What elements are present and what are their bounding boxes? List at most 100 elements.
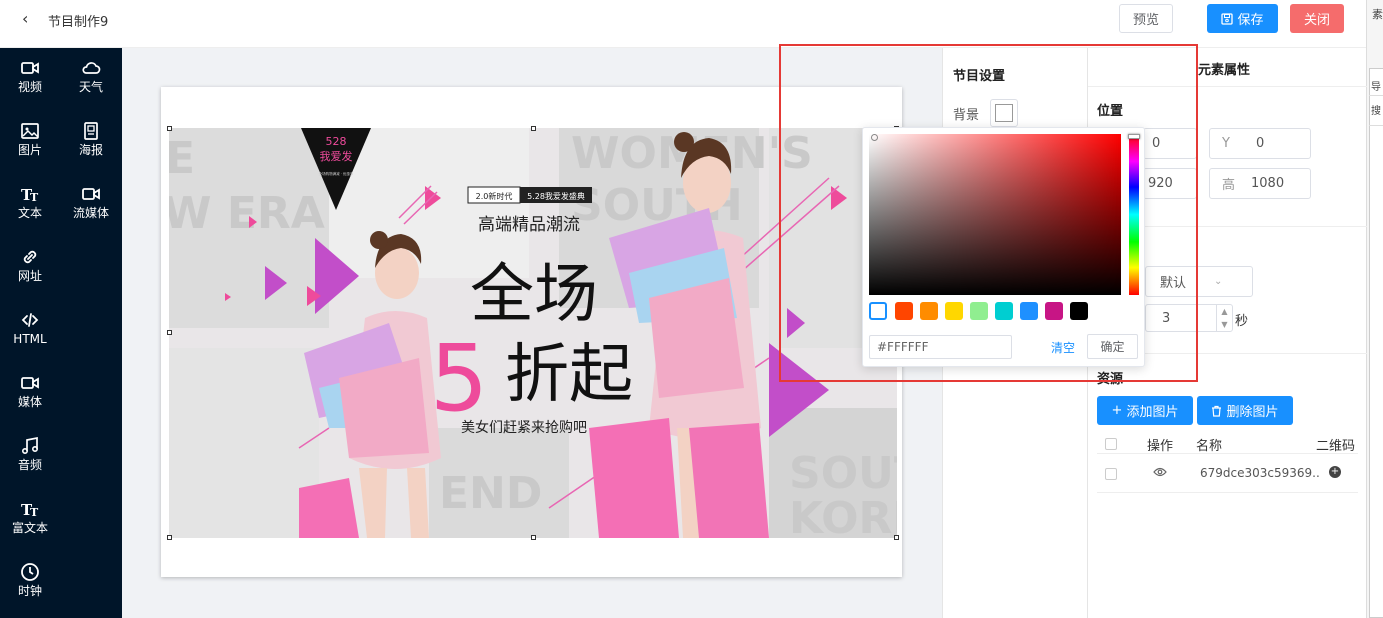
- sidebar-item-richtext[interactable]: TT 富文本: [0, 489, 60, 545]
- hue-slider[interactable]: [1128, 134, 1140, 295]
- preview-button[interactable]: 预览: [1119, 4, 1173, 33]
- component-sidebar: 视频 天气 图片 海报 TT 文本 流媒体 网址 HTML 媒体 音频 TT 富…: [0, 48, 122, 618]
- banner-image[interactable]: E W ERA WOMEN'S SOUTH SOUT KORE END: [169, 128, 897, 538]
- sidebar-label: 图片: [17, 143, 42, 157]
- sidebar-item-url[interactable]: 网址: [0, 237, 60, 293]
- video-icon: [0, 58, 60, 80]
- divider: [1097, 453, 1358, 454]
- sidebar-label: 视频: [17, 80, 42, 94]
- duration-unit: 秒: [1235, 314, 1249, 329]
- resources-heading: 资源: [1097, 372, 1124, 387]
- resize-handle[interactable]: [167, 126, 172, 131]
- resize-handle[interactable]: [531, 535, 536, 540]
- page-title: 节目制作9: [48, 15, 109, 30]
- sidebar-item-weather[interactable]: 天气: [61, 48, 121, 104]
- preset-color-gold[interactable]: [945, 302, 963, 320]
- eye-icon[interactable]: [1153, 467, 1167, 477]
- strip-search[interactable]: 搜: [1369, 96, 1383, 126]
- column-header: 二维码: [1316, 439, 1356, 454]
- sidebar-item-stream[interactable]: 流媒体: [61, 174, 121, 230]
- banner-headline-1: 全场: [470, 258, 598, 332]
- preset-color-white[interactable]: [869, 302, 887, 320]
- sidebar-item-media[interactable]: 媒体: [0, 363, 60, 419]
- saturation-value-area[interactable]: [869, 134, 1121, 295]
- select-all-checkbox[interactable]: [1105, 438, 1117, 450]
- duration-stepper[interactable]: ▲ ▼: [1216, 305, 1232, 331]
- effect-select[interactable]: 默认 ⌄: [1145, 266, 1253, 297]
- height-input[interactable]: 高 1080: [1209, 168, 1311, 199]
- sidebar-item-html[interactable]: HTML: [0, 300, 60, 356]
- position-heading: 位置: [1097, 104, 1124, 119]
- badge-text: 我爱发: [320, 149, 353, 163]
- divider: [1088, 86, 1367, 87]
- sidebar-item-audio[interactable]: 音频: [0, 426, 60, 482]
- delete-image-button[interactable]: 删除图片: [1197, 396, 1293, 425]
- row-checkbox[interactable]: [1105, 468, 1117, 480]
- width-input[interactable]: 920: [1143, 168, 1197, 199]
- preset-color-black[interactable]: [1070, 302, 1088, 320]
- clear-button[interactable]: 清空: [1051, 339, 1075, 356]
- preset-color-orange[interactable]: [920, 302, 938, 320]
- banner-big-number: 5: [430, 325, 489, 432]
- save-button[interactable]: 保存: [1207, 4, 1278, 33]
- sidebar-item-text[interactable]: TT 文本: [0, 174, 60, 230]
- sidebar-label: 媒体: [17, 395, 42, 409]
- banner-headline-2: 折起: [505, 338, 633, 412]
- y-input[interactable]: Y0: [1209, 128, 1311, 159]
- right-edge-panel: 素 导 搜: [1366, 0, 1383, 618]
- add-image-button[interactable]: + 添加图片: [1097, 396, 1193, 425]
- banner-subtitle: 高端精品潮流: [478, 215, 580, 235]
- text-icon: TT: [0, 184, 60, 206]
- preset-color-blue[interactable]: [1020, 302, 1038, 320]
- banner-tagline: 美女们赶紧来抢购吧: [461, 419, 587, 436]
- bg-word: KORE: [789, 493, 897, 538]
- richtext-icon: TT: [0, 499, 60, 521]
- save-icon: [1221, 12, 1234, 25]
- sidebar-label: 时钟: [17, 584, 42, 598]
- strip-label: 素: [1372, 8, 1383, 21]
- x-input[interactable]: 0: [1143, 128, 1197, 159]
- banner-tag-1: 2.0新时代: [476, 191, 513, 201]
- resize-handle[interactable]: [167, 330, 172, 335]
- sidebar-item-video[interactable]: 视频: [0, 48, 60, 104]
- background-label: 背景: [953, 108, 980, 123]
- resize-handle[interactable]: [531, 126, 536, 131]
- sidebar-label: 海报: [78, 143, 103, 157]
- strip-tab[interactable]: 导: [1369, 78, 1383, 96]
- background-color-swatch[interactable]: [990, 99, 1018, 127]
- resize-handle[interactable]: [167, 535, 172, 540]
- column-header: 操作: [1147, 439, 1174, 454]
- svg-text:T: T: [30, 191, 39, 204]
- close-button[interactable]: 关闭: [1290, 4, 1344, 33]
- color-cursor[interactable]: [871, 134, 878, 141]
- bg-word: E: [169, 133, 195, 184]
- sidebar-item-image[interactable]: 图片: [0, 111, 60, 167]
- badge-number: 528: [326, 135, 347, 148]
- resize-handle[interactable]: [894, 535, 899, 540]
- sidebar-label: 网址: [17, 269, 42, 283]
- plus-circle-icon[interactable]: +: [1329, 466, 1341, 478]
- sidebar-item-poster[interactable]: 海报: [61, 111, 121, 167]
- preset-color-turquoise[interactable]: [995, 302, 1013, 320]
- chevron-left-icon[interactable]: ‹: [22, 9, 28, 28]
- preset-color-violet[interactable]: [1045, 302, 1063, 320]
- sidebar-label: HTML: [13, 332, 47, 346]
- preset-color-light-green[interactable]: [970, 302, 988, 320]
- confirm-button[interactable]: 确定: [1087, 334, 1138, 359]
- cloud-icon: [61, 58, 121, 80]
- chevron-down-icon: ⌄: [1214, 276, 1223, 287]
- clock-icon: [0, 562, 60, 584]
- sidebar-item-clock[interactable]: 时钟: [0, 552, 60, 608]
- poster-icon: [61, 121, 121, 143]
- badge-small-text: 全场购物满减 · 优惠多: [319, 171, 354, 176]
- stream-icon: [61, 184, 121, 206]
- bg-word: END: [439, 468, 542, 519]
- sidebar-label: 富文本: [11, 521, 48, 535]
- hex-color-input[interactable]: #FFFFFF: [869, 335, 1012, 359]
- music-icon: [0, 436, 60, 458]
- svg-text:T: T: [30, 506, 39, 519]
- element-properties-title: 元素属性: [1198, 63, 1251, 78]
- preset-color-orange-red[interactable]: [895, 302, 913, 320]
- hue-thumb[interactable]: [1128, 134, 1140, 139]
- trash-icon: [1212, 405, 1222, 417]
